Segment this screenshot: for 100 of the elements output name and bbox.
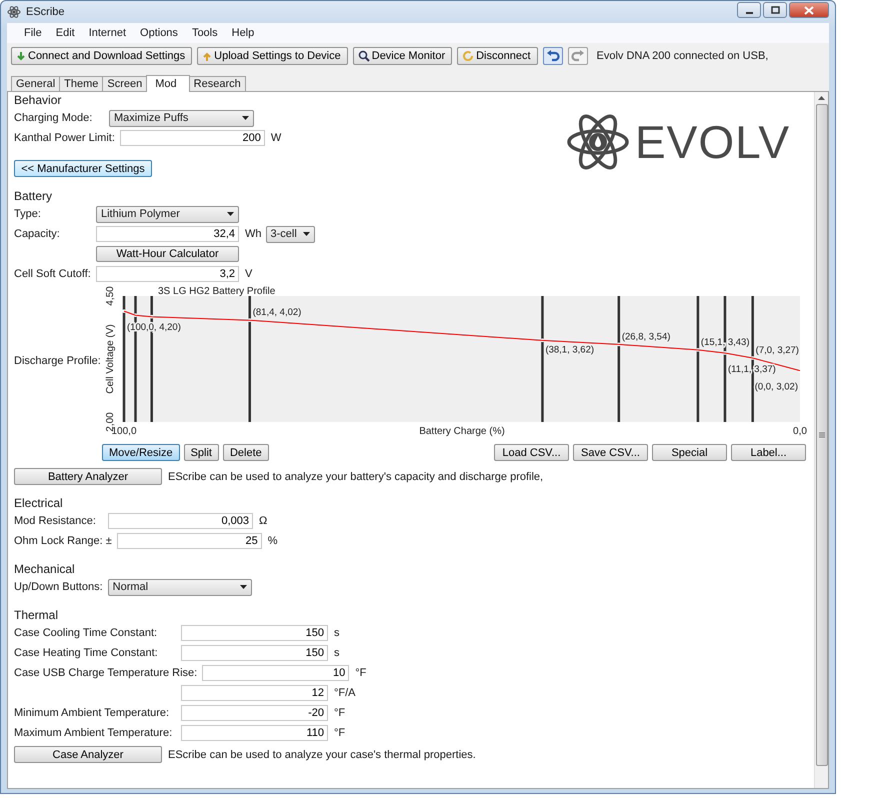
input-field[interactable]: 110 bbox=[181, 725, 328, 741]
toolbar-button[interactable]: Upload Settings to Device bbox=[197, 47, 348, 65]
menu-item[interactable]: Tools bbox=[184, 27, 225, 39]
tab[interactable]: Research bbox=[188, 76, 246, 91]
marker-line[interactable] bbox=[696, 296, 699, 422]
tab[interactable]: Theme bbox=[59, 76, 104, 91]
data-point[interactable] bbox=[150, 314, 154, 318]
input-field[interactable]: 150 bbox=[181, 625, 328, 641]
close-icon bbox=[804, 6, 814, 14]
data-point[interactable] bbox=[122, 309, 126, 313]
manufacturer-settings-button[interactable]: << Manufacturer Settings bbox=[14, 160, 152, 177]
undo-icon bbox=[546, 50, 560, 62]
chart-action-button[interactable]: Label... bbox=[731, 444, 806, 461]
toolbar-button[interactable]: Connect and Download Settings bbox=[11, 47, 192, 65]
maximize-button[interactable] bbox=[763, 2, 787, 18]
undo-button[interactable] bbox=[542, 47, 563, 65]
unit-label: °F bbox=[333, 727, 346, 739]
redo-button[interactable] bbox=[568, 47, 588, 65]
field-label: Capacity: bbox=[14, 228, 61, 240]
menu-item[interactable]: Help bbox=[224, 27, 262, 39]
tick-label: 4,50 bbox=[104, 286, 116, 306]
section-heading: Behavior bbox=[14, 93, 62, 108]
menu-item[interactable]: Edit bbox=[48, 27, 82, 39]
tab[interactable]: General bbox=[11, 76, 60, 91]
close-button[interactable] bbox=[789, 2, 829, 18]
dropdown[interactable]: Maximize Puffs bbox=[109, 110, 254, 126]
description-text: EScribe can be used to analyze your case's thermal properties. bbox=[168, 748, 476, 760]
caret-icon bbox=[242, 116, 249, 120]
field-label: Charging Mode: bbox=[14, 112, 94, 124]
dropdown[interactable]: Lithium Polymer bbox=[96, 206, 239, 222]
data-point[interactable] bbox=[616, 342, 620, 346]
unit-label: V bbox=[244, 268, 252, 280]
connection-status: Evolv DNA 200 connected on USB, bbox=[596, 50, 768, 62]
redo-icon bbox=[570, 50, 585, 62]
field-label: Up/Down Buttons: bbox=[14, 581, 104, 593]
unit-label: °F/A bbox=[333, 687, 356, 699]
data-point[interactable] bbox=[750, 356, 754, 360]
caret-icon bbox=[302, 232, 310, 236]
toolbar-button[interactable]: Disconnect bbox=[457, 47, 538, 65]
window-title: EScribe bbox=[26, 6, 65, 18]
refresh-icon bbox=[462, 50, 474, 62]
chart-tool-button[interactable]: Move/Resize bbox=[102, 444, 180, 461]
field-label: Mod Resistance: bbox=[14, 515, 97, 527]
input-field[interactable]: 3,2 bbox=[96, 266, 239, 282]
chart-tool-button[interactable]: Delete bbox=[222, 444, 269, 461]
axis-label: Cell Voltage (V) bbox=[104, 324, 116, 394]
menu-item[interactable]: Options bbox=[133, 27, 185, 39]
input-field[interactable]: 10 bbox=[202, 665, 350, 681]
input-field[interactable]: 12 bbox=[181, 685, 328, 701]
toolbar-button[interactable]: Device Monitor bbox=[352, 47, 452, 65]
input-field[interactable]: 32,4 bbox=[96, 226, 239, 242]
search-icon bbox=[358, 50, 370, 62]
chart-action-button[interactable]: Special bbox=[652, 444, 727, 461]
input-field[interactable]: 0,003 bbox=[108, 513, 253, 529]
download-icon bbox=[16, 50, 26, 62]
marker-line[interactable] bbox=[541, 296, 544, 422]
marker-line[interactable] bbox=[248, 296, 251, 422]
upload-icon bbox=[202, 50, 212, 62]
input-field[interactable]: 150 bbox=[181, 645, 328, 661]
marker-line[interactable] bbox=[122, 296, 126, 422]
data-point[interactable] bbox=[696, 348, 700, 352]
menu-item[interactable]: File bbox=[17, 27, 49, 39]
chart-tool-button[interactable]: Split bbox=[184, 444, 219, 461]
maximize-icon bbox=[770, 6, 780, 14]
section-heading: Mechanical bbox=[14, 562, 76, 577]
unit-label: s bbox=[333, 647, 340, 659]
tab[interactable]: Screen bbox=[102, 76, 148, 91]
marker-line[interactable] bbox=[751, 296, 754, 422]
chart-action-button[interactable]: Save CSV... bbox=[573, 444, 648, 461]
calculator-button[interactable]: Watt-Hour Calculator bbox=[96, 246, 239, 262]
input-field[interactable]: 200 bbox=[120, 130, 265, 146]
section-heading: Battery bbox=[14, 189, 54, 204]
minimize-button[interactable] bbox=[737, 2, 761, 18]
dropdown[interactable]: 3-cell bbox=[266, 226, 314, 242]
input-field[interactable]: 25 bbox=[116, 533, 262, 549]
scrollbar[interactable] bbox=[814, 92, 828, 788]
data-point[interactable] bbox=[248, 318, 252, 322]
field-label: Minimum Ambient Temperature: bbox=[14, 707, 170, 719]
field-label: Cell Soft Cutoff: bbox=[14, 268, 92, 280]
point-label: (38,1, 3,62) bbox=[545, 344, 594, 356]
data-point[interactable] bbox=[134, 313, 138, 317]
input-field[interactable]: -20 bbox=[181, 705, 328, 721]
chart-title: 3S LG HG2 Battery Profile bbox=[158, 286, 276, 297]
tab[interactable]: Mod bbox=[146, 75, 190, 92]
field-label: Discharge Profile: bbox=[14, 355, 102, 367]
point-label: (7,0, 3,27) bbox=[756, 345, 799, 356]
chart-action-button[interactable]: Load CSV... bbox=[494, 444, 569, 461]
data-point[interactable] bbox=[540, 338, 544, 342]
marker-line[interactable] bbox=[617, 296, 620, 422]
menu-item[interactable]: Internet bbox=[82, 27, 134, 39]
point-label: (11,1, 3,37) bbox=[728, 364, 776, 375]
marker-line[interactable] bbox=[724, 296, 726, 422]
field-label: Kanthal Power Limit: bbox=[14, 132, 116, 144]
unit-label: s bbox=[333, 627, 340, 639]
point-label: (26,8, 3,54) bbox=[622, 331, 670, 342]
dropdown[interactable]: Normal bbox=[108, 578, 252, 596]
point-label: (0,0, 3,02) bbox=[754, 382, 798, 393]
analyzer-button[interactable]: Case Analyzer bbox=[14, 746, 162, 763]
section-heading: Electrical bbox=[14, 496, 64, 511]
analyzer-button[interactable]: Battery Analyzer bbox=[14, 468, 162, 485]
